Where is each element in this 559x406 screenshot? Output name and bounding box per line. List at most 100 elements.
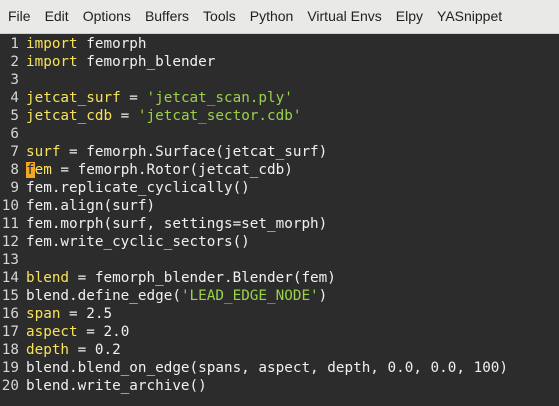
line-number: 13 (1, 252, 19, 268)
code-line[interactable]: 10 fem.align(surf) (0, 197, 559, 215)
code-token: = (120, 90, 147, 106)
code-line[interactable]: 2 import femorph_blender (0, 53, 559, 71)
code-line[interactable]: 3 (0, 71, 559, 89)
code-token: aspect (26, 324, 78, 340)
code-text: fem.morph(surf, settings=set_morph) (26, 215, 327, 233)
code-text: import femorph (26, 35, 147, 53)
code-line[interactable]: 14 blend = femorph_blender.Blender(fem) (0, 269, 559, 287)
code-line[interactable]: 12 fem.write_cyclic_sectors() (0, 233, 559, 251)
menu-item-python[interactable]: Python (243, 0, 301, 33)
code-line[interactable]: 7 surf = femorph.Surface(jetcat_surf) (0, 143, 559, 161)
line-number: 3 (10, 72, 19, 88)
line-number: 5 (10, 108, 19, 124)
code-token: femorph_blender (77, 54, 216, 70)
code-token: ) (318, 288, 328, 304)
line-number: 8 (10, 162, 19, 178)
code-text: fem = femorph.Rotor(jetcat_cdb) (26, 161, 293, 179)
code-line[interactable]: 5 jetcat_cdb = 'jetcat_sector.cdb' (0, 107, 559, 125)
code-line[interactable]: 6 (0, 125, 559, 143)
code-token: blend.write_archive() (26, 378, 207, 394)
code-token: jetcat_cdb (26, 108, 113, 124)
line-number: 18 (1, 342, 19, 358)
code-token: = femorph.Rotor(jetcat_cdb) (51, 162, 293, 178)
line-number: 4 (10, 90, 19, 106)
line-number: 9 (10, 180, 19, 196)
code-line[interactable]: 11 fem.morph(surf, settings=set_morph) (0, 215, 559, 233)
code-line[interactable]: 19 blend.blend_on_edge(spans, aspect, dep… (0, 359, 559, 377)
code-token: 'LEAD_EDGE_NODE' (180, 288, 319, 304)
code-text: aspect = 2.0 (26, 323, 129, 341)
line-number: 11 (1, 216, 19, 232)
line-number: 2 (10, 54, 19, 70)
code-text: span = 2.5 (26, 305, 112, 323)
line-number: 14 (1, 270, 19, 286)
line-number: 20 (1, 378, 19, 394)
code-token: surf (26, 144, 61, 160)
menu-bar: File Edit Options Buffers Tools Python Virtual… (0, 0, 559, 34)
line-number: 10 (1, 198, 19, 214)
line-number: 12 (1, 234, 19, 250)
menu-item-virtual-envs[interactable]: Virtual Envs (300, 0, 388, 33)
code-token: = 0.2 (69, 342, 121, 358)
code-token: fem.align(surf) (26, 198, 156, 214)
menu-item-buffers[interactable]: Buffers (138, 0, 196, 33)
code-line[interactable]: 15 blend.define_edge('LEAD_EDGE_NODE') (0, 287, 559, 305)
code-token: 'jetcat_sector.cdb' (137, 108, 302, 124)
code-token: fem.replicate_cyclically() (26, 180, 250, 196)
code-token: = 2.0 (77, 324, 130, 340)
code-text: fem.write_cyclic_sectors() (26, 233, 250, 251)
code-line[interactable]: 18 depth = 0.2 (0, 341, 559, 359)
code-text: blend = femorph_blender.Blender(fem) (26, 269, 336, 287)
code-line[interactable]: 4 jetcat_surf = 'jetcat_scan.ply' (0, 89, 559, 107)
text-cursor: f (26, 162, 35, 178)
code-line[interactable]: 1 import femorph (0, 35, 559, 53)
menu-item-yasnippet[interactable]: YASnippet (430, 0, 509, 33)
code-text: blend.write_archive() (26, 377, 207, 395)
code-line[interactable]: 9 fem.replicate_cyclically() (0, 179, 559, 197)
code-editor[interactable]: 1 import femorph 2 import femorph_blender 3 4… (0, 34, 559, 406)
code-token: jetcat_surf (26, 90, 121, 106)
menu-item-elpy[interactable]: Elpy (389, 0, 430, 33)
code-text: jetcat_surf = 'jetcat_scan.ply' (26, 89, 293, 107)
code-token: em (34, 162, 52, 178)
code-token: = (112, 108, 138, 124)
code-line[interactable]: 8 fem = femorph.Rotor(jetcat_cdb) (0, 161, 559, 179)
menu-item-edit[interactable]: Edit (38, 0, 76, 33)
line-number: 7 (10, 144, 19, 160)
menu-item-tools[interactable]: Tools (196, 0, 243, 33)
code-text: blend.define_edge('LEAD_EDGE_NODE') (26, 287, 327, 305)
code-token: import (26, 36, 78, 52)
line-number: 15 (1, 288, 19, 304)
code-token: blend.blend_on_edge(spans, aspect, depth… (26, 360, 509, 376)
code-token: = 2.5 (60, 306, 113, 322)
code-token: 'jetcat_scan.ply' (146, 90, 293, 106)
code-token: blend.define_edge( (26, 288, 181, 304)
code-line[interactable]: 13 (0, 251, 559, 269)
code-text: jetcat_cdb = 'jetcat_sector.cdb' (26, 107, 301, 125)
code-text: fem.replicate_cyclically() (26, 179, 250, 197)
code-token: depth (26, 342, 70, 358)
line-number: 16 (1, 306, 19, 322)
code-text: blend.blend_on_edge(spans, aspect, depth… (26, 359, 508, 377)
line-number: 1 (10, 36, 19, 52)
code-text: depth = 0.2 (26, 341, 121, 359)
code-token: fem.morph(surf, settings=set_morph) (26, 216, 328, 232)
line-number: 17 (1, 324, 19, 340)
menu-item-options[interactable]: Options (76, 0, 138, 33)
line-number: 19 (1, 360, 19, 376)
code-token: import (26, 54, 78, 70)
code-line[interactable]: 17 aspect = 2.0 (0, 323, 559, 341)
code-token: = femorph.Surface(jetcat_surf) (60, 144, 328, 160)
code-line[interactable]: 20 blend.write_archive() (0, 377, 559, 395)
code-token: blend (26, 270, 70, 286)
code-token: = femorph_blender.Blender(fem) (69, 270, 336, 286)
code-text: fem.align(surf) (26, 197, 155, 215)
code-line[interactable]: 16 span = 2.5 (0, 305, 559, 323)
code-token: fem.write_cyclic_sectors() (26, 234, 250, 250)
code-text: surf = femorph.Surface(jetcat_surf) (26, 143, 327, 161)
code-token: span (26, 306, 61, 322)
line-number: 6 (10, 126, 19, 142)
code-text: import femorph_blender (26, 53, 215, 71)
code-token: femorph (77, 36, 147, 52)
menu-item-file[interactable]: File (0, 0, 38, 33)
